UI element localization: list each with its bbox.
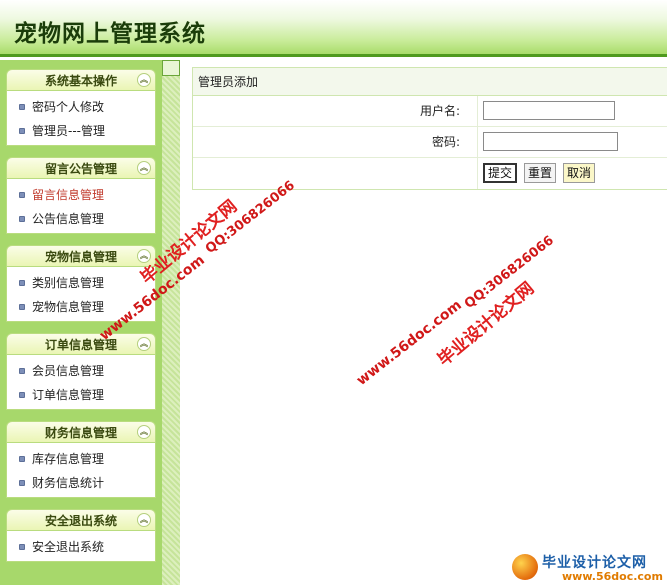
logo-url: www.56doc.com [562, 570, 663, 583]
bullet-icon [19, 303, 25, 310]
app-title: 宠物网上管理系统 [14, 20, 206, 47]
menu-item-admin-manage[interactable]: 管理员---管理 [7, 119, 155, 143]
menu-item-password-edit[interactable]: 密码个人修改 [7, 95, 155, 119]
menu-group-header[interactable]: 财务信息管理 ︽ [6, 421, 156, 443]
sidebar-splitter[interactable] [162, 60, 180, 585]
menu-group-logout: 安全退出系统 ︽ 安全退出系统 [6, 509, 156, 562]
watermark-url: www.56doc.com [353, 297, 465, 389]
menu-item-logout[interactable]: 安全退出系统 [7, 535, 155, 559]
menu-group-pet: 宠物信息管理 ︽ 类别信息管理 宠物信息管理 [6, 245, 156, 322]
watermark-brand: 毕业设计论文网 [434, 278, 539, 371]
logo-text: 毕业设计论文网 [542, 555, 647, 571]
collapse-icon[interactable]: ︽ [137, 425, 151, 439]
menu-group-header[interactable]: 留言公告管理 ︽ [6, 157, 156, 179]
sidebar: 系统基本操作 ︽ 密码个人修改 管理员---管理 留言公告管理 ︽ 留言信息管理… [0, 60, 162, 585]
password-label: 密码: [193, 127, 478, 157]
main-content: 管理员添加 用户名: 密码: 提交 重置 取消 [192, 67, 667, 190]
menu-group-header[interactable]: 安全退出系统 ︽ [6, 509, 156, 531]
bullet-icon [19, 391, 25, 398]
menu-group-header[interactable]: 系统基本操作 ︽ [6, 69, 156, 91]
bullet-icon [19, 103, 25, 110]
menu-group-title: 安全退出系统 [44, 514, 117, 528]
bullet-icon [19, 543, 25, 550]
collapse-icon[interactable]: ︽ [137, 513, 151, 527]
menu-item-finance-stats[interactable]: 财务信息统计 [7, 471, 155, 495]
site-logo: 毕业设计论文网 www.56doc.com [510, 552, 667, 585]
password-row: 密码: [193, 127, 667, 158]
reset-button[interactable]: 重置 [524, 163, 557, 183]
menu-item-order-manage[interactable]: 订单信息管理 [7, 383, 155, 407]
password-input[interactable] [483, 132, 618, 151]
bullet-icon [19, 479, 25, 486]
collapse-icon[interactable]: ︽ [137, 249, 151, 263]
menu-group-system: 系统基本操作 ︽ 密码个人修改 管理员---管理 [6, 69, 156, 146]
menu-item-pet-manage[interactable]: 宠物信息管理 [7, 295, 155, 319]
actions-label-cell [193, 158, 478, 189]
menu-item-category-manage[interactable]: 类别信息管理 [7, 271, 155, 295]
bullet-icon [19, 367, 25, 374]
menu-group-finance: 财务信息管理 ︽ 库存信息管理 财务信息统计 [6, 421, 156, 498]
menu-group-order: 订单信息管理 ︽ 会员信息管理 订单信息管理 [6, 333, 156, 410]
actions-row: 提交 重置 取消 [193, 158, 667, 189]
form-title: 管理员添加 [193, 68, 667, 96]
menu-item-message-manage[interactable]: 留言信息管理 [7, 183, 155, 207]
submit-button[interactable]: 提交 [483, 163, 518, 183]
menu-item-member-manage[interactable]: 会员信息管理 [7, 359, 155, 383]
username-row: 用户名: [193, 96, 667, 127]
bullet-icon [19, 279, 25, 286]
globe-icon [512, 554, 538, 580]
bullet-icon [19, 215, 25, 222]
admin-add-form: 管理员添加 用户名: 密码: 提交 重置 取消 [192, 67, 667, 190]
menu-group-message: 留言公告管理 ︽ 留言信息管理 公告信息管理 [6, 157, 156, 234]
collapse-icon[interactable]: ︽ [137, 161, 151, 175]
app-header: 宠物网上管理系统 [0, 0, 667, 57]
menu-group-title: 系统基本操作 [44, 74, 117, 88]
collapse-icon[interactable]: ︽ [137, 73, 151, 87]
cancel-button[interactable]: 取消 [563, 163, 596, 183]
menu-group-title: 宠物信息管理 [44, 250, 117, 264]
menu-group-header[interactable]: 宠物信息管理 ︽ [6, 245, 156, 267]
watermark-qq: QQ:306826066 [461, 233, 557, 312]
bullet-icon [19, 455, 25, 462]
bullet-icon [19, 127, 25, 134]
menu-item-notice-manage[interactable]: 公告信息管理 [7, 207, 155, 231]
bullet-icon [19, 191, 25, 198]
username-label: 用户名: [193, 96, 478, 126]
menu-group-header[interactable]: 订单信息管理 ︽ [6, 333, 156, 355]
menu-group-title: 留言公告管理 [44, 162, 117, 176]
menu-group-title: 财务信息管理 [44, 426, 117, 440]
username-input[interactable] [483, 101, 615, 120]
menu-item-stock-manage[interactable]: 库存信息管理 [7, 447, 155, 471]
splitter-toggle[interactable] [162, 60, 180, 76]
collapse-icon[interactable]: ︽ [137, 337, 151, 351]
menu-group-title: 订单信息管理 [44, 338, 117, 352]
